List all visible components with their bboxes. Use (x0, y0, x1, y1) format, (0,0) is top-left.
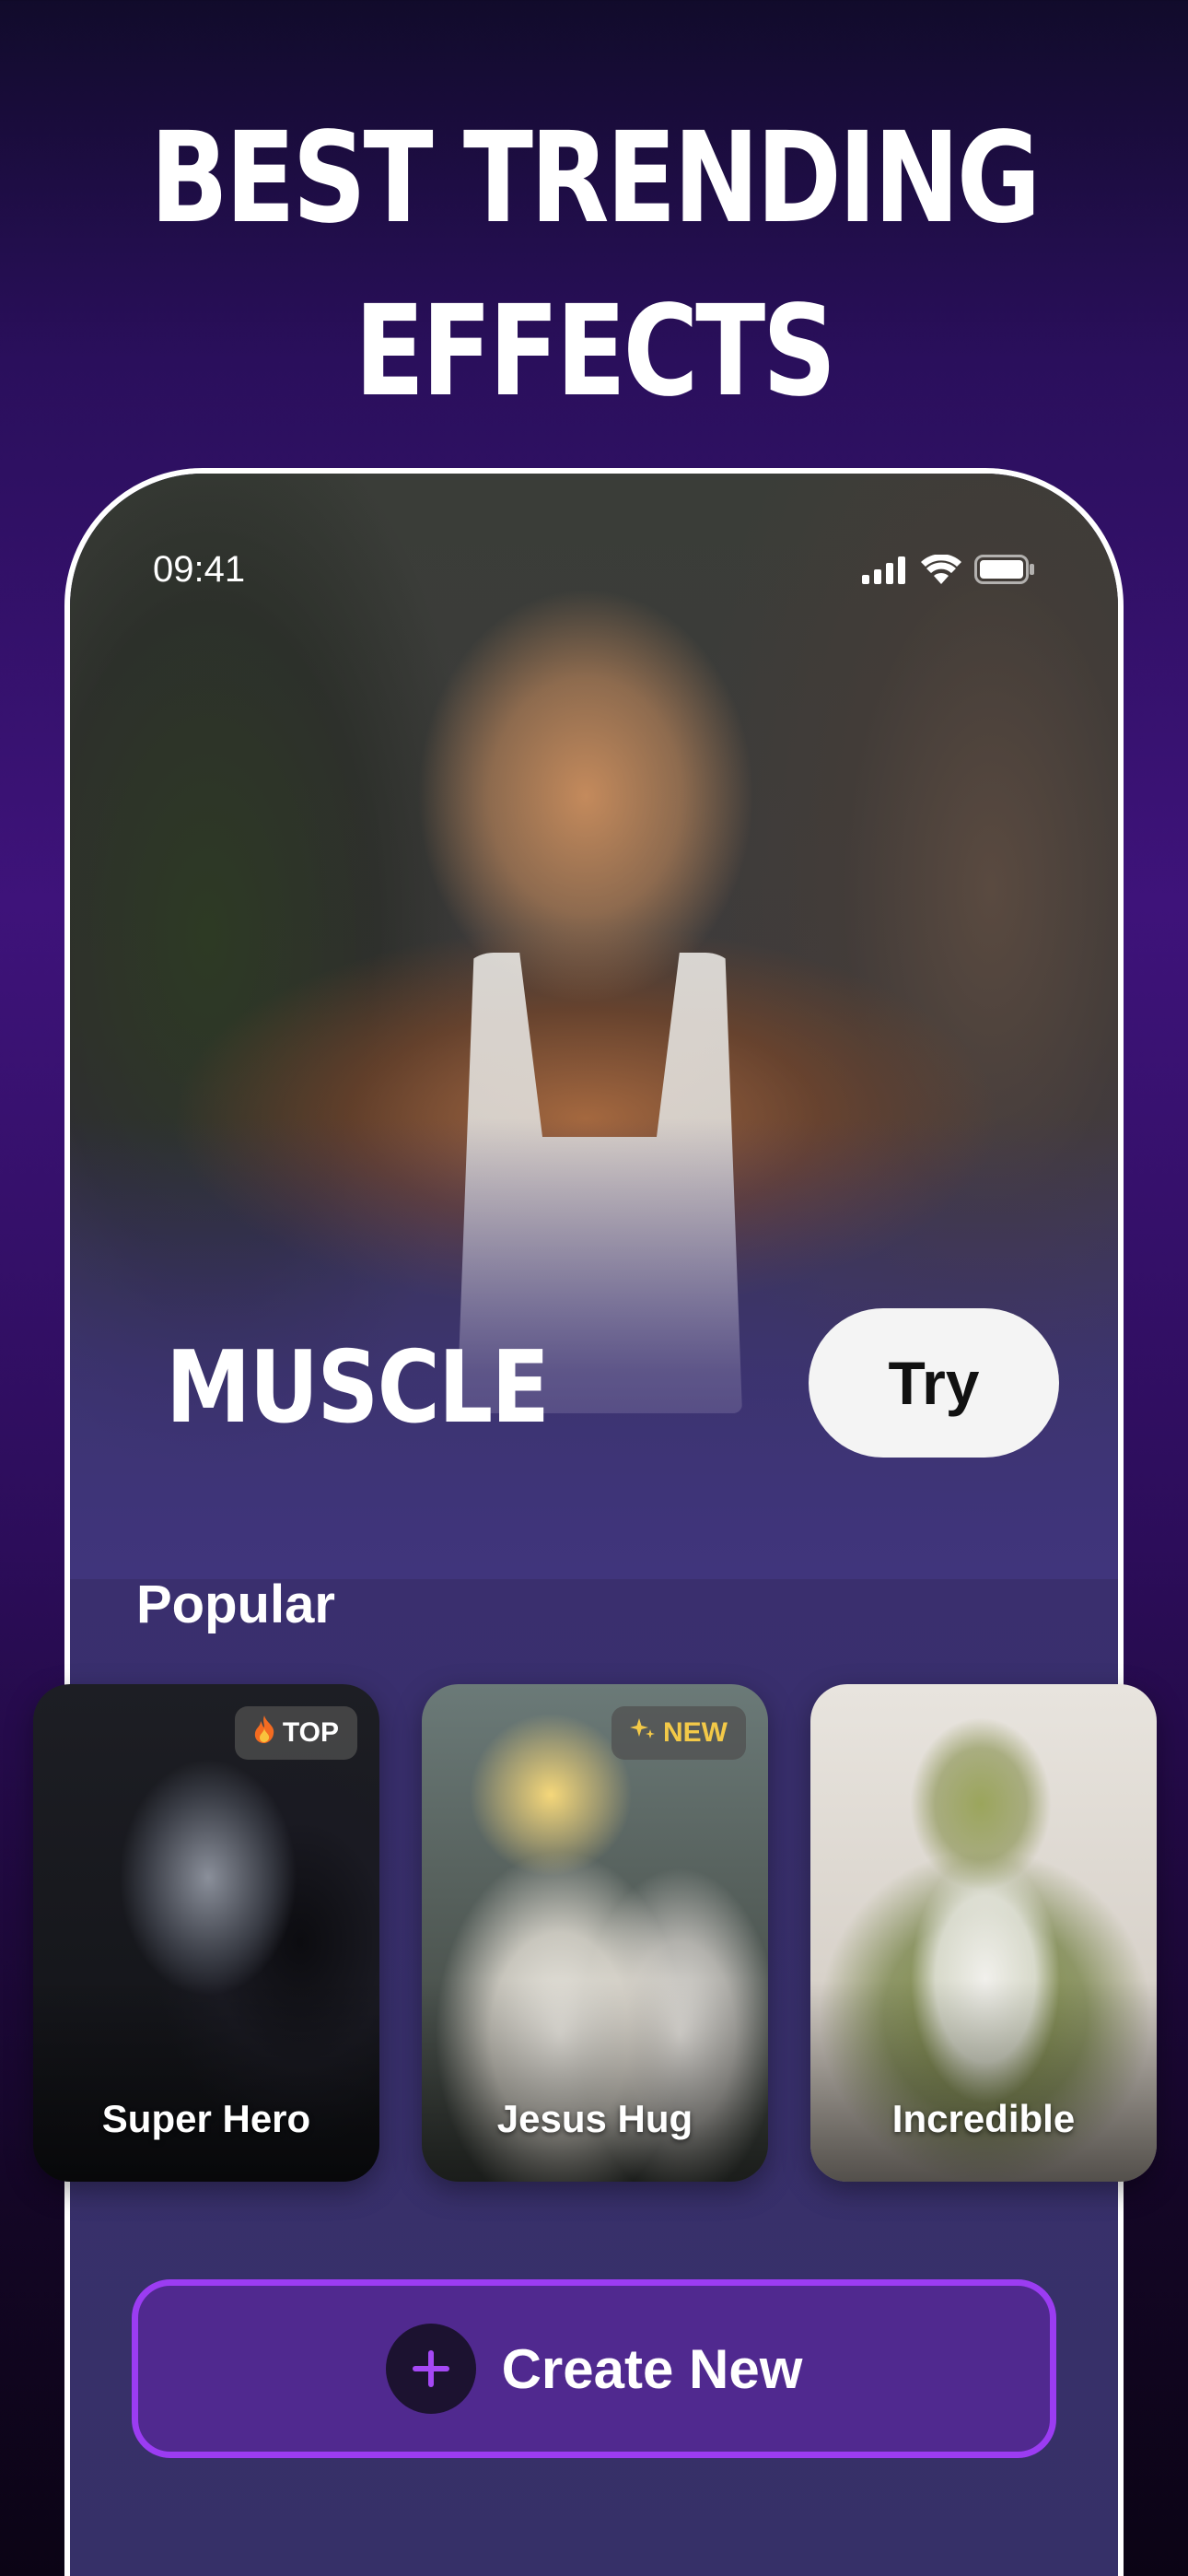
badge-new: NEW (611, 1706, 746, 1760)
card-shade (422, 1979, 768, 2182)
effect-title: MUSCLE (166, 1330, 550, 1446)
create-new-label: Create New (501, 2337, 803, 2400)
battery-icon (974, 555, 1035, 589)
popular-cards: TOP Super Hero NEW Jesus Hug Incredible (33, 1684, 1157, 2182)
status-bar: 09:41 (70, 474, 1118, 590)
card-jesus-hug[interactable]: NEW Jesus Hug (422, 1684, 768, 2182)
headline: BEST TRENDING EFFECTS (107, 92, 1081, 439)
headline-line-1: BEST TRENDING (149, 106, 1041, 252)
phone-mockup: 09:41 MUSCLE Try Popular (64, 468, 1124, 2576)
popular-section-label: Popular (136, 1575, 335, 1634)
status-icons (862, 554, 1035, 589)
card-incredible[interactable]: Incredible (810, 1684, 1157, 2182)
card-super-hero[interactable]: TOP Super Hero (33, 1684, 379, 2182)
sparkle-icon (630, 1716, 656, 1750)
plus-icon (385, 2324, 476, 2414)
card-label: Jesus Hug (496, 2097, 693, 2140)
fire-icon (253, 1715, 275, 1751)
signal-icon (862, 556, 908, 589)
badge-top-label: TOP (282, 1717, 339, 1748)
headline-line-2: EFFECTS (354, 279, 836, 425)
card-label: Super Hero (101, 2097, 311, 2140)
card-shade (810, 1979, 1157, 2182)
card-label: Incredible (891, 2097, 1076, 2140)
create-new-button[interactable]: Create New (132, 2279, 1056, 2458)
badge-top: TOP (234, 1706, 357, 1760)
card-shade (33, 1979, 379, 2182)
wifi-icon (921, 554, 961, 589)
status-time: 09:41 (153, 549, 246, 590)
badge-new-label: NEW (663, 1717, 728, 1748)
try-button[interactable]: Try (809, 1308, 1059, 1458)
